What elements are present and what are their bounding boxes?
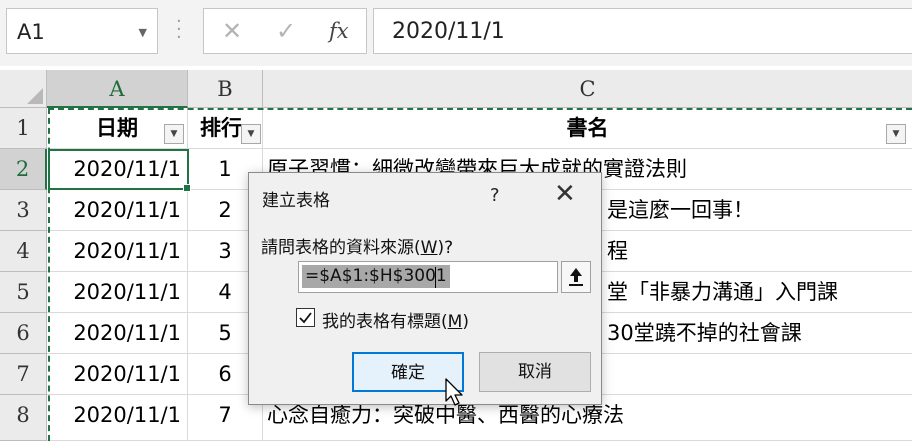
formula-buttons: ✕ ✓ fx (203, 8, 367, 54)
cell-a8[interactable]: 2020/11/1 (47, 395, 188, 441)
row-header-4[interactable]: 4 (0, 231, 47, 272)
mouse-cursor-icon (445, 378, 463, 406)
row-header-6[interactable]: 6 (0, 313, 47, 354)
cell-c1[interactable]: 書名 (263, 108, 912, 149)
checkmark-icon (299, 312, 312, 324)
has-headers-checkbox[interactable] (296, 308, 315, 327)
row-header-5[interactable]: 5 (0, 272, 47, 313)
column-header-c[interactable]: C (263, 70, 912, 108)
chevron-down-icon[interactable]: ▼ (139, 26, 147, 39)
cell-b1-text: 排行 (200, 116, 242, 140)
filter-dropdown-c[interactable]: ▼ (886, 124, 906, 144)
range-prompt-post: )? (437, 238, 454, 258)
collapse-arrow-base (569, 284, 583, 286)
chevron-down-icon: ▼ (892, 129, 900, 139)
cell-a2[interactable]: 2020/11/1 (47, 149, 188, 190)
create-table-dialog: 建立表格 ? ✕ 請問表格的資料來源(W)? =$A$1:$H$3001 我的表… (248, 172, 602, 405)
has-headers-label-pre: 我的表格有標題( (322, 312, 448, 332)
cell-c1-text: 書名 (566, 116, 609, 140)
range-prompt: 請問表格的資料來源(W)? (261, 233, 453, 258)
cancel-button[interactable]: 取消 (479, 352, 591, 392)
row-header-3[interactable]: 3 (0, 190, 47, 231)
has-headers-label[interactable]: 我的表格有標題(M) (322, 307, 469, 332)
row-header-8[interactable]: 8 (0, 395, 47, 441)
column-header-b[interactable]: B (188, 70, 263, 108)
row-header-7[interactable]: 7 (0, 354, 47, 395)
row-header-1[interactable]: 1 (0, 108, 47, 149)
column-header-a[interactable]: A (47, 70, 188, 108)
select-all-triangle-icon (27, 88, 43, 104)
text-caret (435, 267, 436, 288)
has-headers-label-post: ) (462, 312, 469, 332)
enter-icon[interactable]: ✓ (276, 17, 296, 45)
collapse-dialog-button[interactable] (561, 261, 591, 293)
help-icon[interactable]: ? (490, 185, 500, 206)
has-headers-label-key: M (447, 312, 463, 332)
close-icon[interactable]: ✕ (554, 179, 576, 209)
drag-handle-icon[interactable]: · · · (176, 13, 182, 47)
chevron-down-icon: ▼ (247, 129, 255, 139)
cell-a6[interactable]: 2020/11/1 (47, 313, 188, 354)
insert-function-icon[interactable]: fx (329, 19, 349, 43)
range-input[interactable]: =$A$1:$H$3001 (298, 261, 558, 293)
formula-value: 2020/11/1 (392, 19, 505, 44)
range-prompt-key: W (420, 238, 438, 258)
select-all-button[interactable] (0, 70, 47, 108)
collapse-arrow-stem (574, 275, 578, 282)
cell-a4[interactable]: 2020/11/1 (47, 231, 188, 272)
cancel-icon[interactable]: ✕ (222, 17, 242, 45)
row-header-2[interactable]: 2 (0, 149, 47, 190)
filter-dropdown-a[interactable]: ▼ (164, 124, 184, 144)
dialog-title: 建立表格 (262, 191, 330, 211)
formula-bar: A1 ▼ · · · ✕ ✓ fx 2020/11/1 (0, 0, 912, 66)
cell-a7[interactable]: 2020/11/1 (47, 354, 188, 395)
name-box[interactable]: A1 ▼ (6, 8, 158, 54)
formula-input[interactable]: 2020/11/1 (373, 8, 912, 54)
name-box-value: A1 (17, 20, 45, 44)
cell-a5[interactable]: 2020/11/1 (47, 272, 188, 313)
cell-a3[interactable]: 2020/11/1 (47, 190, 188, 231)
range-prompt-pre: 請問表格的資料來源( (261, 238, 421, 258)
filter-dropdown-b[interactable]: ▼ (241, 124, 261, 144)
cell-a1-text: 日期 (96, 116, 138, 140)
range-input-value: =$A$1:$H$3001 (302, 265, 450, 288)
chevron-down-icon: ▼ (170, 129, 178, 139)
